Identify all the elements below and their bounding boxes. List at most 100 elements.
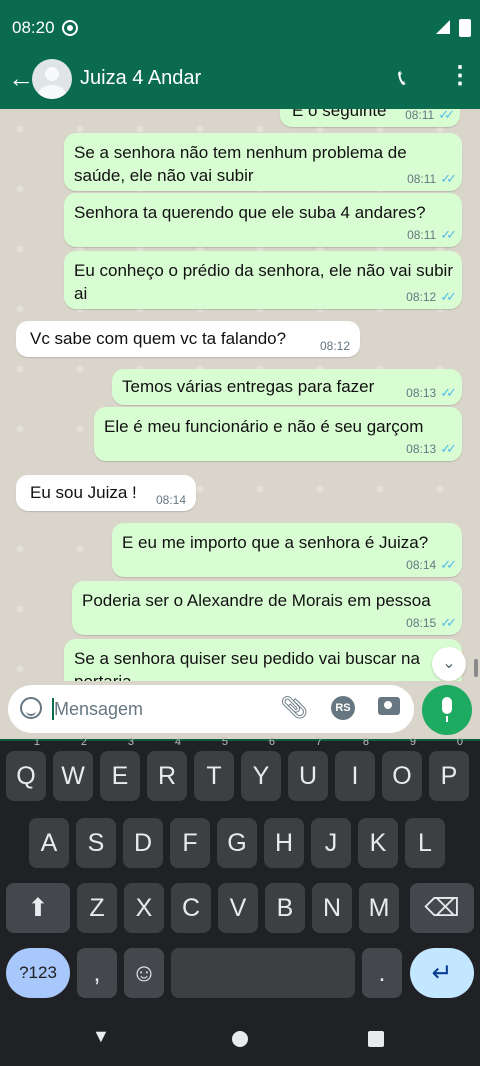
backspace-key[interactable]: ⌫ (410, 883, 474, 933)
attach-icon[interactable]: 📎︎ (280, 695, 308, 721)
space-key[interactable] (171, 948, 355, 998)
key-b[interactable]: B (265, 883, 305, 933)
emoji-icon[interactable] (20, 697, 42, 719)
key-n[interactable]: N (312, 883, 352, 933)
notification-icon (62, 20, 78, 36)
message-text: Se a senhora quiser seu pedido vai busca… (74, 649, 420, 681)
chat-header: ← Juiza 4 Andar 📞︎ ⋮ (0, 56, 480, 109)
message-time: 08:12 (319, 339, 350, 353)
key-y[interactable]: Y6 (241, 736, 281, 801)
key-f[interactable]: F (170, 818, 210, 868)
message-bubble[interactable]: Se a senhora não tem nenhum problema de … (64, 133, 462, 191)
status-bar: 08:20 (0, 0, 480, 56)
read-ticks-icon: ✓✓ (440, 227, 457, 242)
message-text: Ele é meu funcionário e não é seu garçom (104, 417, 424, 436)
message-bubble[interactable]: Temos várias entregas para fazer 08:13 ✓✓ (112, 369, 462, 405)
key-i[interactable]: I8 (335, 736, 375, 801)
add-call-icon[interactable]: 📞︎ (398, 65, 406, 91)
mic-button[interactable] (422, 685, 472, 735)
message-bubble[interactable]: Se a senhora quiser seu pedido vai busca… (64, 639, 462, 681)
enter-icon: ↵ (431, 959, 453, 987)
emoji-icon: ☺ (131, 959, 157, 987)
message-bubble[interactable]: E eu me importo que a senhora é Juiza? 0… (112, 523, 462, 577)
message-bubble[interactable]: Vc sabe com quem vc ta falando? 08:12 (16, 321, 360, 357)
message-time: 08:15 (406, 616, 437, 630)
camera-icon[interactable] (378, 697, 400, 715)
read-ticks-icon: ✓✓ (440, 441, 457, 456)
key-q[interactable]: Q1 (6, 736, 46, 801)
message-input[interactable]: Mensagem (54, 699, 143, 720)
key-e[interactable]: E3 (100, 736, 140, 801)
message-time: 08:14 (406, 558, 437, 572)
read-ticks-icon: ✓✓ (440, 171, 457, 186)
message-time: 08:11 (407, 228, 437, 242)
key-l[interactable]: L (405, 818, 445, 868)
message-text: Se a senhora não tem nenhum problema de … (74, 143, 407, 185)
message-time: 08:12 (406, 290, 437, 304)
key-p[interactable]: P0 (429, 736, 469, 801)
recents-nav-icon[interactable] (368, 1031, 384, 1047)
key-x[interactable]: X (124, 883, 164, 933)
status-time: 08:20 (12, 18, 55, 37)
key-w[interactable]: W2 (53, 736, 93, 801)
key-o[interactable]: O9 (382, 736, 422, 801)
message-text: Senhora ta querendo que ele suba 4 andar… (74, 203, 426, 222)
message-time: 08:11 (407, 172, 437, 186)
chevron-down-icon: ⌄ (442, 655, 456, 672)
read-ticks-icon: ✓✓ (438, 109, 455, 122)
battery-icon (459, 19, 471, 37)
message-list[interactable]: E o seguinte 08:11 ✓✓ Se a senhora não te… (0, 109, 480, 681)
message-time: 08:13 (406, 386, 437, 400)
payment-icon[interactable]: RS (331, 696, 355, 720)
home-nav-icon[interactable] (232, 1031, 248, 1047)
key-h[interactable]: H (264, 818, 304, 868)
message-bubble[interactable]: Eu sou Juiza ! 08:14 (16, 475, 196, 511)
message-bubble[interactable]: Ele é meu funcionário e não é seu garçom… (94, 407, 462, 461)
period-key[interactable]: . (362, 948, 402, 998)
message-bubble[interactable]: E o seguinte 08:11 ✓✓ (280, 109, 460, 127)
key-a[interactable]: A (29, 818, 69, 868)
backspace-icon: ⌫ (424, 894, 460, 922)
shift-icon: ⬆ (27, 894, 49, 922)
key-u[interactable]: U7 (288, 736, 328, 801)
key-k[interactable]: K (358, 818, 398, 868)
key-g[interactable]: G (217, 818, 257, 868)
read-ticks-icon: ✓✓ (440, 615, 457, 630)
arrow-left-icon[interactable]: ← (8, 65, 34, 91)
message-text: E o seguinte (292, 109, 387, 120)
key-s[interactable]: S (76, 818, 116, 868)
read-ticks-icon: ✓✓ (440, 385, 457, 400)
read-ticks-icon: ✓✓ (440, 289, 457, 304)
read-ticks-icon: ✓✓ (440, 557, 457, 572)
message-bubble[interactable]: Senhora ta querendo que ele suba 4 andar… (64, 193, 462, 247)
emoji-key[interactable]: ☺ (124, 948, 164, 998)
key-t[interactable]: T5 (194, 736, 234, 801)
shift-key[interactable]: ⬆ (6, 883, 70, 933)
comma-key[interactable]: , (77, 948, 117, 998)
key-m[interactable]: M (359, 883, 399, 933)
message-text: Eu sou Juiza ! (30, 483, 137, 502)
message-bubble[interactable]: Eu conheço o prédio da senhora, ele não … (64, 251, 462, 309)
enter-key[interactable]: ↵ (410, 948, 474, 998)
key-r[interactable]: R4 (147, 736, 187, 801)
back-nav-icon[interactable]: ▼ (92, 1026, 110, 1047)
message-text: E eu me importo que a senhora é Juiza? (122, 533, 429, 552)
scrollbar[interactable] (474, 659, 478, 677)
contact-name[interactable]: Juiza 4 Andar (80, 67, 201, 90)
message-text: Poderia ser o Alexandre de Morais em pes… (82, 591, 431, 610)
scroll-down-button[interactable]: ⌄ (432, 647, 466, 681)
message-bubble[interactable]: Poderia ser o Alexandre de Morais em pes… (72, 581, 462, 635)
key-c[interactable]: C (171, 883, 211, 933)
key-z[interactable]: Z (77, 883, 117, 933)
message-text: Temos várias entregas para fazer (122, 377, 375, 396)
symbols-key[interactable]: ?123 (6, 948, 70, 998)
message-time: 08:13 (406, 442, 437, 456)
key-v[interactable]: V (218, 883, 258, 933)
message-input-box[interactable]: Mensagem 📎︎ RS (8, 685, 414, 733)
more-options-icon[interactable]: ⋮ (448, 61, 472, 90)
message-time: 08:11 (405, 109, 435, 122)
avatar[interactable] (32, 59, 72, 99)
key-d[interactable]: D (123, 818, 163, 868)
key-j[interactable]: J (311, 818, 351, 868)
message-text: Vc sabe com quem vc ta falando? (30, 329, 287, 348)
